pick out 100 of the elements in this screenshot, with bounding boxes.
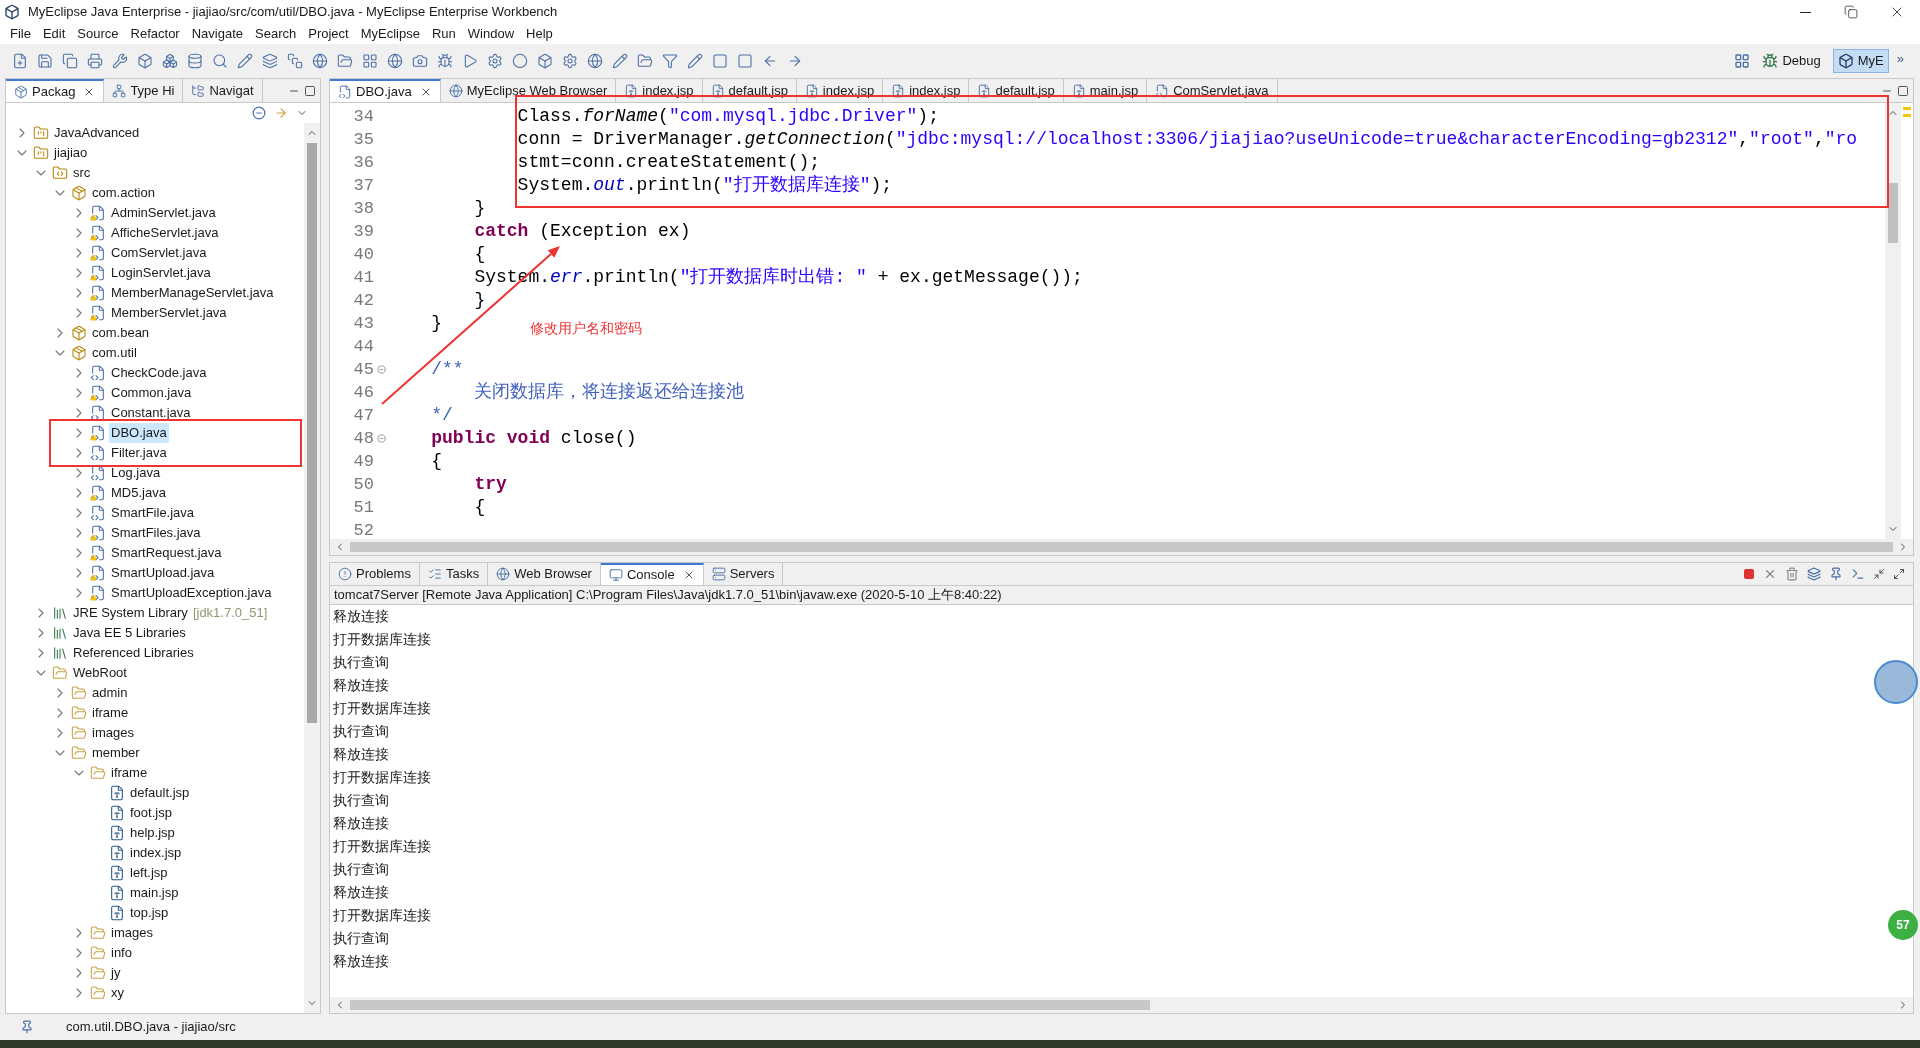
pencil-icon[interactable] — [687, 53, 703, 69]
menu-item[interactable]: Project — [302, 24, 355, 44]
tree-item[interactable]: Constant.java — [109, 403, 193, 423]
tree-item[interactable]: LoginServlet.java — [109, 263, 213, 283]
tree-item[interactable]: SmartUploadException.java — [109, 583, 274, 603]
tree-item[interactable]: iframe — [90, 703, 131, 723]
tree-item[interactable]: iframe — [109, 763, 150, 783]
tree-item[interactable]: jy — [109, 963, 123, 983]
more-perspectives[interactable]: » — [1896, 49, 1904, 69]
tree-item[interactable]: Log.java — [109, 463, 163, 483]
scrollbar-thumb[interactable] — [350, 1000, 1150, 1010]
collapse-all-icon[interactable] — [252, 106, 266, 120]
tree-item[interactable]: SmartUpload.java — [109, 563, 217, 583]
scrollbar-thumb[interactable] — [307, 143, 317, 723]
pin-icon[interactable] — [1829, 567, 1843, 581]
tree-item[interactable]: admin — [90, 683, 130, 703]
tree-item[interactable]: left.jsp — [128, 863, 170, 883]
tree-item[interactable]: images — [109, 923, 155, 943]
console-icon[interactable] — [1851, 567, 1865, 581]
tree-item[interactable]: jiajiao — [52, 143, 90, 163]
tree-item[interactable]: com.action — [90, 183, 157, 203]
tree-item[interactable]: JavaAdvanced — [52, 123, 142, 143]
tree-item[interactable]: Java EE 5 Libraries — [71, 623, 188, 643]
tree-item[interactable]: JRE System Library — [71, 603, 190, 623]
menu-item[interactable]: Navigate — [185, 24, 249, 44]
horizontal-scrollbar[interactable] — [330, 997, 1913, 1013]
tree-item[interactable]: foot.jsp — [128, 803, 174, 823]
tree-item[interactable]: MD5.java — [109, 483, 168, 503]
open-perspective-icon[interactable] — [1734, 53, 1751, 69]
tree-item[interactable]: MemberManageServlet.java — [109, 283, 276, 303]
pencil-icon[interactable] — [612, 53, 628, 69]
menu-item[interactable]: Run — [425, 24, 462, 44]
print-icon[interactable] — [87, 53, 103, 69]
tree-item[interactable]: WebRoot — [71, 663, 129, 683]
debug-icon[interactable] — [437, 53, 453, 69]
fold-icon[interactable] — [376, 365, 386, 374]
tree-item[interactable]: help.jsp — [128, 823, 177, 843]
back-icon[interactable] — [762, 53, 778, 69]
run-icon[interactable] — [462, 53, 478, 69]
tree-item[interactable]: info — [109, 943, 134, 963]
database-icon[interactable] — [187, 53, 203, 69]
remove-launch-icon[interactable] — [1763, 567, 1777, 581]
horizontal-scrollbar[interactable] — [330, 539, 1913, 555]
tree-item[interactable]: AfficheServlet.java — [109, 223, 221, 243]
tree-item[interactable]: src — [71, 163, 93, 183]
maximize-icon[interactable] — [304, 84, 316, 97]
save-icon[interactable] — [37, 53, 53, 69]
deploy-icon[interactable] — [287, 53, 303, 69]
folder-icon[interactable] — [637, 53, 653, 69]
camera-icon[interactable] — [412, 53, 428, 69]
tree-item[interactable]: com.util — [90, 343, 139, 363]
tab[interactable]: Packag — [6, 79, 105, 102]
menu-item[interactable]: Window — [461, 24, 521, 44]
globe-icon[interactable] — [387, 53, 403, 69]
tab[interactable]: Console — [600, 563, 704, 585]
tree-item[interactable]: default.jsp — [128, 783, 192, 803]
layers-icon[interactable] — [1807, 567, 1821, 581]
layers-icon[interactable] — [262, 53, 278, 69]
tree-item[interactable]: images — [90, 723, 136, 743]
cube-icon[interactable] — [537, 53, 553, 69]
new-file-icon[interactable] — [12, 53, 28, 69]
tree-item[interactable]: CheckCode.java — [109, 363, 209, 383]
menu-item[interactable]: File — [4, 24, 37, 44]
pencil-icon[interactable] — [237, 53, 253, 69]
filter-icon[interactable] — [662, 53, 678, 69]
menu-item[interactable]: Source — [71, 24, 125, 44]
save-all-icon[interactable] — [62, 53, 78, 69]
tree-item[interactable]: AdminServlet.java — [109, 203, 218, 223]
perspective-button[interactable]: Debug — [1758, 49, 1825, 73]
tree-item[interactable]: SmartFiles.java — [109, 523, 203, 543]
tree-item[interactable]: Filter.java — [109, 443, 169, 463]
tree-item[interactable]: MemberServlet.java — [109, 303, 229, 323]
tree-item[interactable]: com.bean — [90, 323, 152, 343]
globe-icon[interactable] — [312, 53, 328, 69]
menu-item[interactable]: Search — [249, 24, 303, 44]
folder-icon[interactable] — [337, 53, 353, 69]
menu-item[interactable]: Refactor — [124, 24, 186, 44]
tree-item[interactable]: top.jsp — [128, 903, 171, 923]
terminate-icon[interactable] — [1743, 568, 1755, 580]
link-editor-icon[interactable] — [274, 106, 288, 120]
tree-item[interactable]: ComServlet.java — [109, 243, 209, 263]
fold-icon[interactable] — [376, 434, 386, 443]
menu-item[interactable]: Help — [520, 24, 559, 44]
tree-item[interactable]: index.jsp — [128, 843, 184, 863]
scrollbar-thumb[interactable] — [350, 542, 1893, 552]
menu-item[interactable]: MyEclipse — [354, 24, 426, 44]
search-icon[interactable] — [212, 53, 228, 69]
tree-item[interactable]: SmartRequest.java — [109, 543, 224, 563]
tree-item[interactable]: Referenced Libraries — [71, 643, 196, 663]
tree-item[interactable]: xy — [109, 983, 126, 1003]
gear-icon[interactable] — [562, 53, 578, 69]
tree-item[interactable]: SmartFile.java — [109, 503, 197, 523]
maximize-icon[interactable] — [1897, 84, 1909, 97]
cubes-icon[interactable] — [162, 53, 178, 69]
tools-icon[interactable] — [112, 53, 128, 69]
cube-icon[interactable] — [137, 53, 153, 69]
tree-item[interactable]: Common.java — [109, 383, 194, 403]
grid-icon[interactable] — [362, 53, 378, 69]
tree-item[interactable]: member — [90, 743, 142, 763]
clear-console-icon[interactable] — [1785, 567, 1799, 581]
